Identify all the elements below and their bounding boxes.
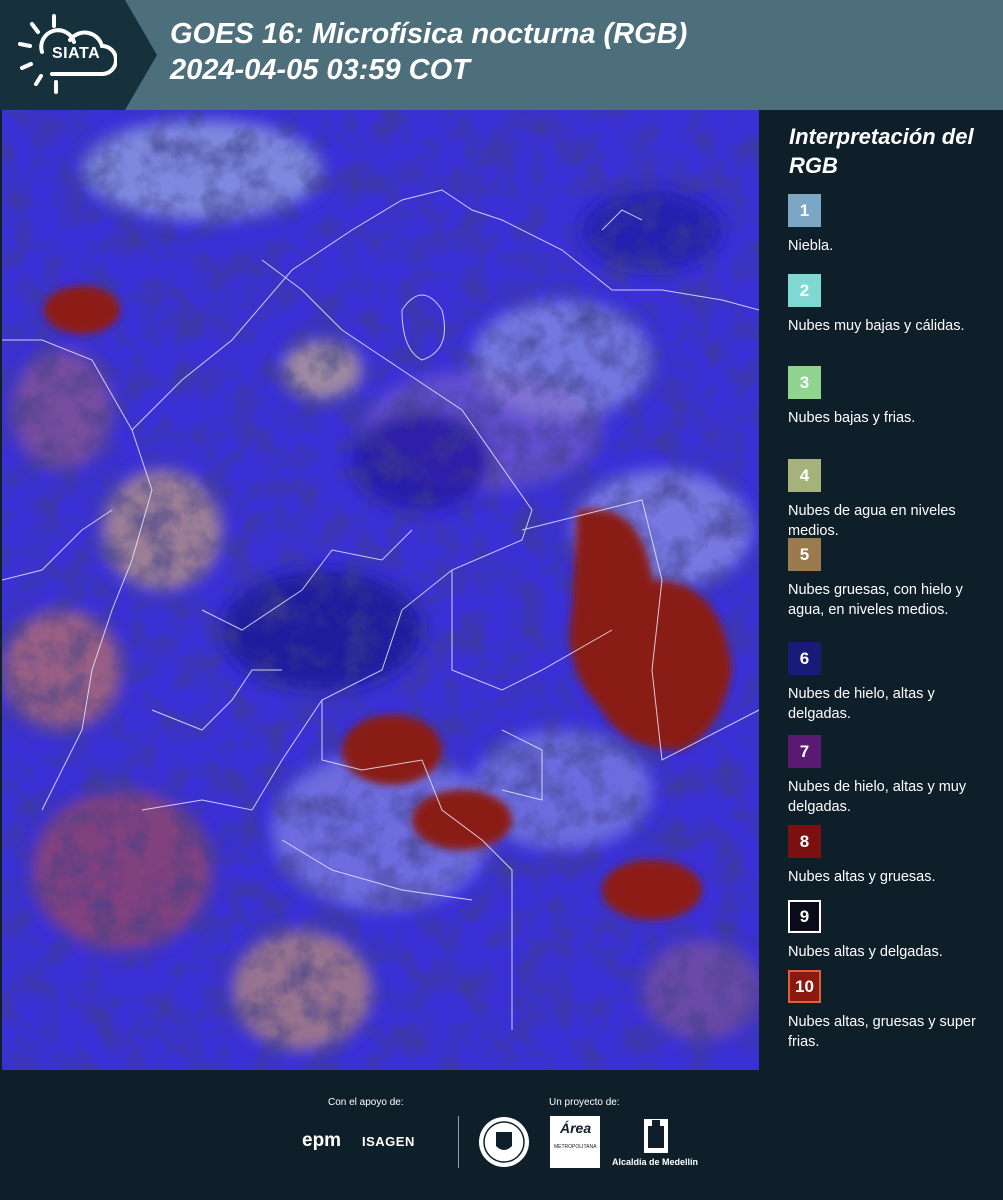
legend-item: 5 Nubes gruesas, con hielo y agua, en niv… — [788, 538, 988, 620]
epm-logo: epm — [302, 1130, 342, 1151]
title-line-2: 2024-04-05 03:59 COT — [170, 54, 470, 86]
university-seal-icon — [479, 1117, 529, 1167]
header: SIATA GOES 16: Microfísica nocturna (RGB… — [0, 0, 1003, 110]
legend-swatch: 6 — [788, 642, 821, 675]
legend-swatch: 8 — [788, 825, 821, 858]
legend-swatch: 3 — [788, 366, 821, 399]
area-script-icon: Área — [560, 1120, 592, 1136]
legend-label: Nubes de agua en niveles medios. — [788, 503, 956, 539]
legend-item: 8 Nubes altas y gruesas. — [788, 825, 988, 887]
legend-label: Nubes gruesas, con hielo y agua, en nive… — [788, 582, 963, 618]
legend-swatch: 1 — [788, 194, 821, 227]
legend: Interpretación del RGB 1 Niebla. 2 Nubes mu… — [760, 110, 1003, 1070]
legend-item: 1 Niebla. — [788, 194, 988, 256]
siata-logo: SIATA — [0, 0, 125, 110]
legend-title: Interpretación del RGB — [789, 124, 974, 178]
legend-item: 9 Nubes altas y delgadas. — [788, 900, 988, 962]
legend-label: Nubes bajas y frias. — [788, 410, 916, 426]
legend-item: 2 Nubes muy bajas y cálidas. — [788, 274, 988, 336]
legend-item: 6 Nubes de hielo, altas y delgadas. — [788, 642, 988, 724]
isagen-logo: ISAGEN — [362, 1134, 415, 1149]
legend-swatch: 5 — [788, 538, 821, 571]
legend-swatch: 10 — [788, 970, 821, 1003]
page-title: GOES 16: Microfísica nocturna (RGB) 2024… — [170, 16, 687, 88]
legend-label: Nubes altas y delgadas. — [788, 944, 943, 960]
title-line-1: GOES 16: Microfísica nocturna (RGB) — [170, 18, 688, 50]
footer: Con el apoyo de: Un proyecto de: epm ISA… — [0, 1070, 1003, 1200]
legend-label: Nubes de hielo, altas y muy delgadas. — [788, 779, 967, 815]
satellite-image — [2, 110, 759, 1070]
area-name: METROPOLITANA — [554, 1144, 597, 1150]
legend-label: Nubes muy bajas y cálidas. — [788, 318, 965, 334]
legend-label: Niebla. — [788, 238, 834, 254]
footer-divider — [458, 1116, 459, 1168]
alcaldia-shield-icon — [644, 1119, 668, 1153]
alcaldia-label: Alcaldía de Medellín — [611, 1157, 699, 1167]
area-metropolitana-logo: Área METROPOLITANA — [550, 1116, 600, 1168]
logo-arrow — [125, 0, 157, 110]
legend-label: Nubes altas y gruesas. — [788, 869, 936, 885]
legend-item: 10 Nubes altas, gruesas y super frias. — [788, 970, 988, 1052]
support-label: Con el apoyo de: — [328, 1097, 404, 1108]
legend-swatch: 2 — [788, 274, 821, 307]
legend-label: Nubes altas, gruesas y super frias. — [788, 1014, 976, 1050]
legend-swatch: 7 — [788, 735, 821, 768]
project-label: Un proyecto de: — [549, 1097, 620, 1108]
logo-text: SIATA — [52, 45, 101, 62]
legend-item: 4 Nubes de agua en niveles medios. — [788, 459, 988, 541]
legend-swatch: 9 — [788, 900, 821, 933]
legend-item: 3 Nubes bajas y frias. — [788, 366, 988, 428]
legend-item: 7 Nubes de hielo, altas y muy delgadas. — [788, 735, 988, 817]
legend-label: Nubes de hielo, altas y delgadas. — [788, 686, 935, 722]
legend-swatch: 4 — [788, 459, 821, 492]
